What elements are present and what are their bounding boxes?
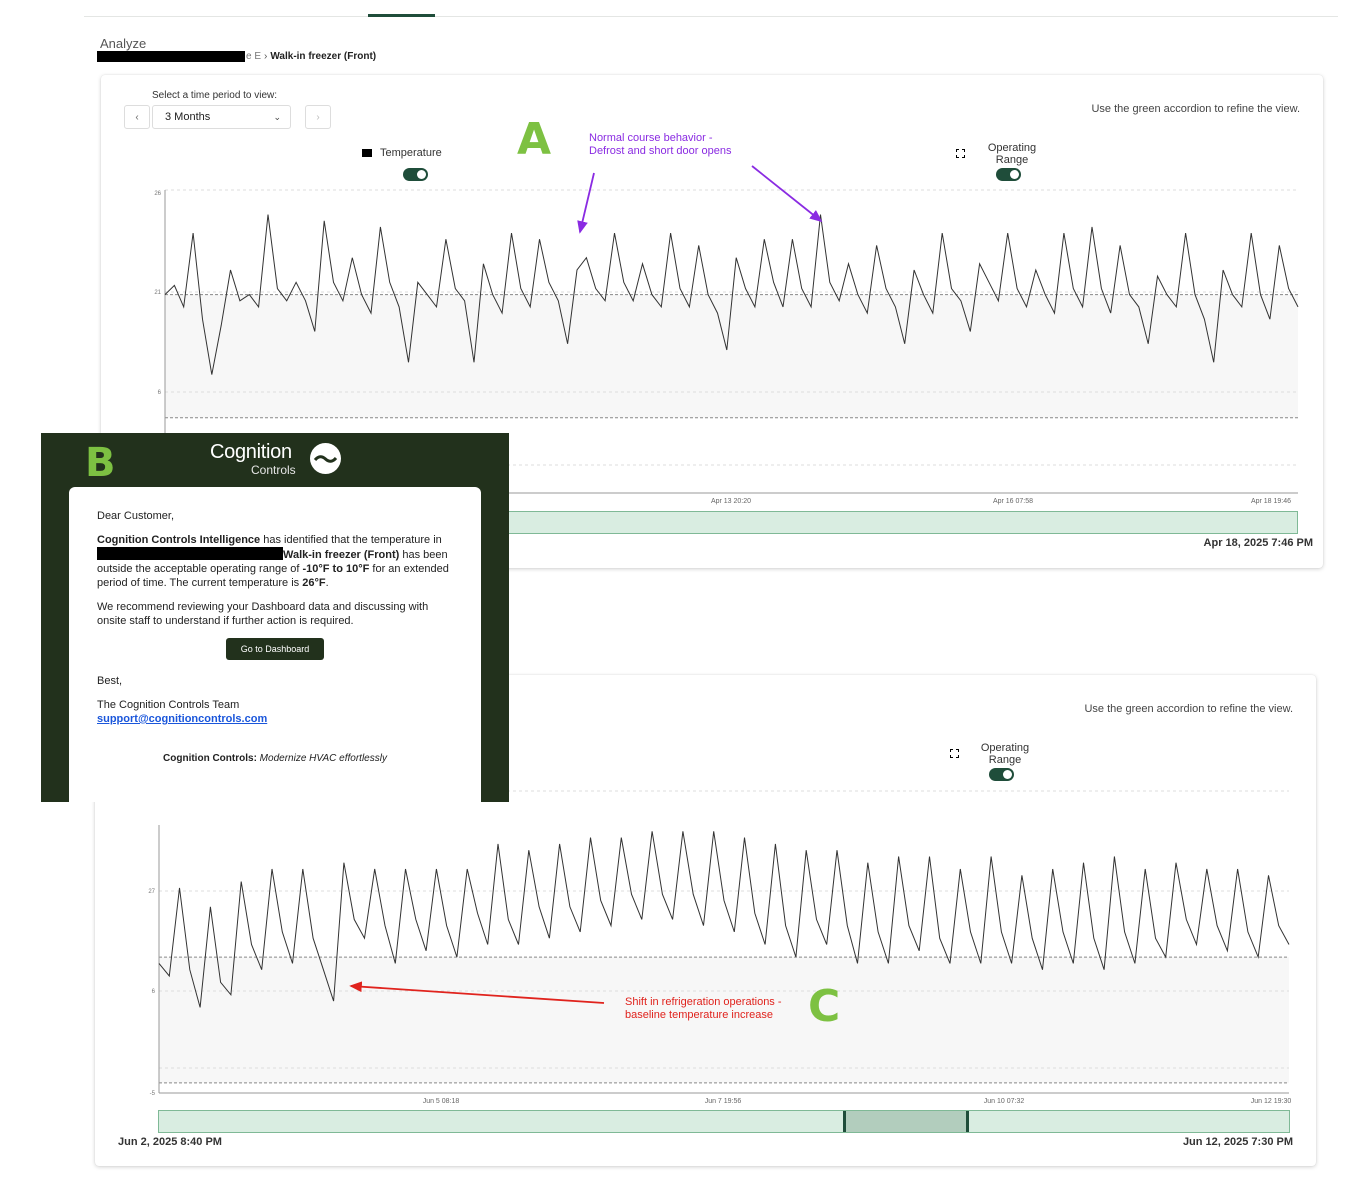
range-end-date: Jun 12, 2025 7:30 PM (1182, 1136, 1293, 1148)
range-end-date: Apr 18, 2025 7:46 PM (1203, 537, 1313, 549)
device-bold: Walk-in freezer (Front) (283, 549, 400, 561)
y-tick-label: 6 (158, 390, 162, 396)
email-sign-off: Best, (97, 675, 123, 687)
breadcrumb-previous[interactable]: e E (246, 51, 261, 62)
range-bold: -10°F to 10°F (302, 563, 370, 575)
y-tick-label: 21 (154, 290, 161, 296)
brand-logo: Cognition Controls (210, 441, 341, 477)
x-tick-label: Jun 5 08:18 (423, 1098, 460, 1105)
brand-sub: Controls (251, 463, 296, 477)
y-tick-label: 27 (148, 889, 155, 895)
period-end: . (325, 577, 329, 589)
shift-note-line2: baseline temperature increase (625, 1009, 773, 1021)
y-tick-label: 6 (152, 989, 156, 995)
normal-note-line1: Normal course behavior - (589, 132, 713, 144)
x-tick-label: Jun 10 07:32 (984, 1098, 1025, 1105)
tagline-text: Modernize HVAC effortlessly (256, 753, 387, 764)
email-alert-text: Cognition Controls Intelligence has iden… (97, 533, 453, 590)
normal-behavior-note: Normal course behavior - Defrost and sho… (589, 132, 731, 158)
brand-name: Cognition (210, 441, 292, 463)
intro-text: has identified that the temperature in (260, 534, 442, 546)
range-accordion-window[interactable] (843, 1111, 969, 1132)
email-recommendation: We recommend reviewing your Dashboard da… (97, 601, 429, 627)
marker-c-label: C (808, 981, 841, 1032)
redacted-location (97, 547, 283, 560)
range-accordion-c[interactable] (158, 1110, 1290, 1133)
brand-wave-icon (310, 443, 341, 474)
x-tick-label: Apr 13 20:20 (711, 498, 751, 505)
breadcrumb: e E › Walk-in freezer (Front) (97, 51, 376, 62)
email-greeting: Dear Customer, (97, 510, 175, 522)
current-temp-bold: 26°F (302, 577, 326, 589)
y-tick-label: 26 (154, 191, 161, 197)
top-divider (84, 16, 1338, 17)
active-tab-indicator[interactable] (368, 14, 435, 17)
x-tick-label: Jun 12 19:30 (1251, 1098, 1292, 1105)
marker-b-label: B (85, 440, 116, 486)
tagline-bold: Cognition Controls: (163, 753, 257, 764)
support-email-link[interactable]: support@cognitioncontrols.com (97, 713, 267, 725)
breadcrumb-current: Walk-in freezer (Front) (270, 51, 377, 62)
marker-a-label: A (517, 114, 552, 165)
email-tagline: Cognition Controls: Modernize HVAC effor… (97, 752, 453, 766)
operating-range-band (165, 294, 1298, 418)
normal-note-line2: Defrost and short door opens (589, 145, 732, 157)
go-to-dashboard-button[interactable]: Go to Dashboard (226, 638, 324, 660)
range-start-date: Jun 2, 2025 8:40 PM (118, 1136, 222, 1148)
x-tick-label: Jun 7 19:56 (705, 1098, 742, 1105)
x-tick-label: Apr 18 19:46 (1251, 498, 1291, 505)
alert-email: B Cognition Controls Dear Customer, Cogn… (41, 433, 509, 802)
email-team: The Cognition Controls Team (97, 699, 240, 711)
page-title: Analyze (100, 36, 147, 51)
redacted-location (97, 51, 245, 62)
baseline-shift-note: Shift in refrigeration operations - base… (625, 996, 782, 1022)
x-tick-label: Apr 16 07:58 (993, 498, 1033, 505)
y-tick-label: -5 (150, 1091, 156, 1097)
shift-note-line1: Shift in refrigeration operations - (625, 996, 782, 1008)
breadcrumb-separator: › (264, 51, 268, 62)
intro-bold: Cognition Controls Intelligence (97, 534, 261, 546)
range-accordion-a[interactable] (508, 511, 1298, 534)
email-body: Dear Customer, Cognition Controls Intell… (69, 487, 481, 802)
